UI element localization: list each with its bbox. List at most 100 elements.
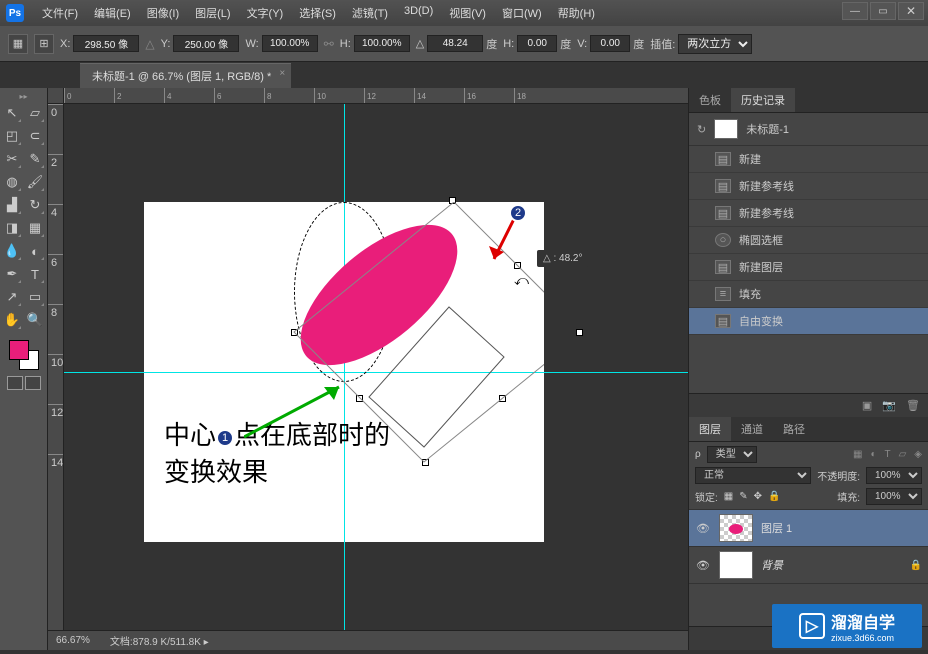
history-item[interactable]: ▤新建图层 xyxy=(689,254,928,281)
guide-horizontal[interactable] xyxy=(64,372,688,373)
filter-smart-icon[interactable]: ◈ xyxy=(914,449,922,460)
menu-filter[interactable]: 滤镜(T) xyxy=(344,1,396,25)
link-xy-icon[interactable]: △ xyxy=(145,37,154,51)
close-button[interactable]: ✕ xyxy=(898,2,924,20)
history-brush-tool[interactable]: ↻ xyxy=(25,195,45,215)
zoom-level[interactable]: 66.67% xyxy=(56,635,90,646)
viewport[interactable]: 中心1点在底部时的 变换效果 2 △ : 48.2° ⤺ xyxy=(64,104,688,630)
brush-tool[interactable]: 🖌 xyxy=(25,172,45,192)
maximize-button[interactable]: ▭ xyxy=(870,2,896,20)
artboard-tool[interactable]: ▱ xyxy=(25,103,45,123)
transform-handle[interactable] xyxy=(449,197,456,204)
marquee-tool[interactable]: ◰ xyxy=(2,126,22,146)
lock-position-icon[interactable]: ✎ xyxy=(739,491,747,502)
standard-mode-icon[interactable] xyxy=(7,376,23,390)
ruler-vertical[interactable]: 0 2 4 6 8 10 12 14 xyxy=(48,104,64,630)
history-item[interactable]: ▤自由变换 xyxy=(689,308,928,335)
delete-icon[interactable]: 🗑 xyxy=(906,399,920,412)
crop-tool[interactable]: ✂ xyxy=(2,149,22,169)
channels-panel-tab[interactable]: 通道 xyxy=(731,417,773,441)
history-item[interactable]: ▤新建 xyxy=(689,146,928,173)
menu-window[interactable]: 窗口(W) xyxy=(494,1,550,25)
history-item[interactable]: ▤新建参考线 xyxy=(689,200,928,227)
layers-panel-tab[interactable]: 图层 xyxy=(689,417,731,441)
hand-tool[interactable]: ✋ xyxy=(2,310,22,330)
layer-thumb[interactable] xyxy=(719,514,753,542)
quickmask-mode-icon[interactable] xyxy=(25,376,41,390)
filter-shape-icon[interactable]: ▱ xyxy=(899,449,907,460)
foreground-color[interactable] xyxy=(9,340,29,360)
menu-edit[interactable]: 编辑(E) xyxy=(86,1,139,25)
history-item[interactable]: ≡填充 xyxy=(689,281,928,308)
blur-tool[interactable]: 💧 xyxy=(2,241,22,261)
opacity-select[interactable]: 100% xyxy=(866,467,922,484)
eyedropper-tool[interactable]: ✎ xyxy=(25,149,45,169)
layer-item[interactable]: 👁 图层 1 xyxy=(689,510,928,547)
lasso-tool[interactable]: ⊂ xyxy=(25,126,45,146)
y-input[interactable] xyxy=(173,35,239,52)
transform-handle[interactable] xyxy=(356,395,363,402)
snapshot-icon[interactable]: 📷 xyxy=(882,399,896,412)
menu-view[interactable]: 视图(V) xyxy=(441,1,494,25)
x-input[interactable] xyxy=(73,35,139,52)
layer-item[interactable]: 👁 背景 🔒 xyxy=(689,547,928,584)
skew-v-input[interactable] xyxy=(590,35,630,52)
layer-thumb[interactable] xyxy=(719,551,753,579)
gradient-tool[interactable]: ▦ xyxy=(25,218,45,238)
move-tool[interactable]: ↖ xyxy=(2,103,22,123)
close-tab-icon[interactable]: × xyxy=(279,68,285,79)
transform-handle[interactable] xyxy=(422,459,429,466)
reference-point-icon[interactable]: ⊞ xyxy=(34,34,54,54)
interp-select[interactable]: 两次立方 xyxy=(678,34,752,54)
stamp-tool[interactable]: ▟ xyxy=(2,195,22,215)
layer-name[interactable]: 背景 xyxy=(761,557,902,573)
shape-tool[interactable]: ▭ xyxy=(25,287,45,307)
minimize-button[interactable]: — xyxy=(842,2,868,20)
pen-tool[interactable]: ✒ xyxy=(2,264,22,284)
w-input[interactable] xyxy=(262,35,318,52)
transform-handle[interactable] xyxy=(291,329,298,336)
filter-pixel-icon[interactable]: ▦ xyxy=(853,449,862,460)
ruler-horizontal[interactable]: 0 2 4 6 8 10 12 14 16 18 xyxy=(64,88,688,104)
history-item[interactable]: ▤新建参考线 xyxy=(689,173,928,200)
transform-handle[interactable] xyxy=(576,329,583,336)
history-brush-icon[interactable]: ↻ xyxy=(697,123,706,136)
history-item[interactable]: ○椭圆选框 xyxy=(689,227,928,254)
color-swatch[interactable] xyxy=(9,340,39,370)
history-panel-tab[interactable]: 历史记录 xyxy=(731,88,795,112)
link-wh-icon[interactable]: ⚯ xyxy=(324,37,334,51)
visibility-icon[interactable]: 👁 xyxy=(695,559,711,572)
menu-image[interactable]: 图像(I) xyxy=(139,1,187,25)
filter-type-icon[interactable]: T xyxy=(884,449,890,460)
eraser-tool[interactable]: ◨ xyxy=(2,218,22,238)
dodge-tool[interactable]: ◐ xyxy=(25,241,45,261)
type-tool[interactable]: T xyxy=(25,264,45,284)
color-panel-tab[interactable]: 色板 xyxy=(689,88,731,112)
rotate-input[interactable] xyxy=(427,35,483,52)
visibility-icon[interactable]: 👁 xyxy=(695,522,711,535)
menu-type[interactable]: 文字(Y) xyxy=(239,1,292,25)
menu-3d[interactable]: 3D(D) xyxy=(396,1,441,25)
lock-pixels-icon[interactable]: ▦ xyxy=(724,491,733,502)
create-doc-icon[interactable]: ▣ xyxy=(862,399,872,412)
document-tab[interactable]: 未标题-1 @ 66.7% (图层 1, RGB/8) * × xyxy=(80,63,291,88)
h-input[interactable] xyxy=(354,35,410,52)
blend-mode-select[interactable]: 正常 xyxy=(695,467,811,484)
paths-panel-tab[interactable]: 路径 xyxy=(773,417,815,441)
menu-select[interactable]: 选择(S) xyxy=(291,1,344,25)
transform-handle[interactable] xyxy=(499,395,506,402)
lock-all-icon[interactable]: 🔒 xyxy=(768,491,780,502)
healing-tool[interactable]: ◍ xyxy=(2,172,22,192)
zoom-tool[interactable]: 🔍 xyxy=(25,310,45,330)
menu-layer[interactable]: 图层(L) xyxy=(187,1,238,25)
filter-adjust-icon[interactable]: ◐ xyxy=(870,449,876,460)
transform-tool-icon[interactable]: ▦ xyxy=(8,34,28,54)
skew-h-input[interactable] xyxy=(517,35,557,52)
history-snapshot-thumb[interactable] xyxy=(714,119,738,139)
menu-file[interactable]: 文件(F) xyxy=(34,1,86,25)
menu-help[interactable]: 帮助(H) xyxy=(550,1,603,25)
layer-name[interactable]: 图层 1 xyxy=(761,520,922,536)
layer-filter-select[interactable]: 类型 xyxy=(707,446,757,463)
fill-select[interactable]: 100% xyxy=(866,488,922,505)
lock-move-icon[interactable]: ✥ xyxy=(754,491,762,502)
